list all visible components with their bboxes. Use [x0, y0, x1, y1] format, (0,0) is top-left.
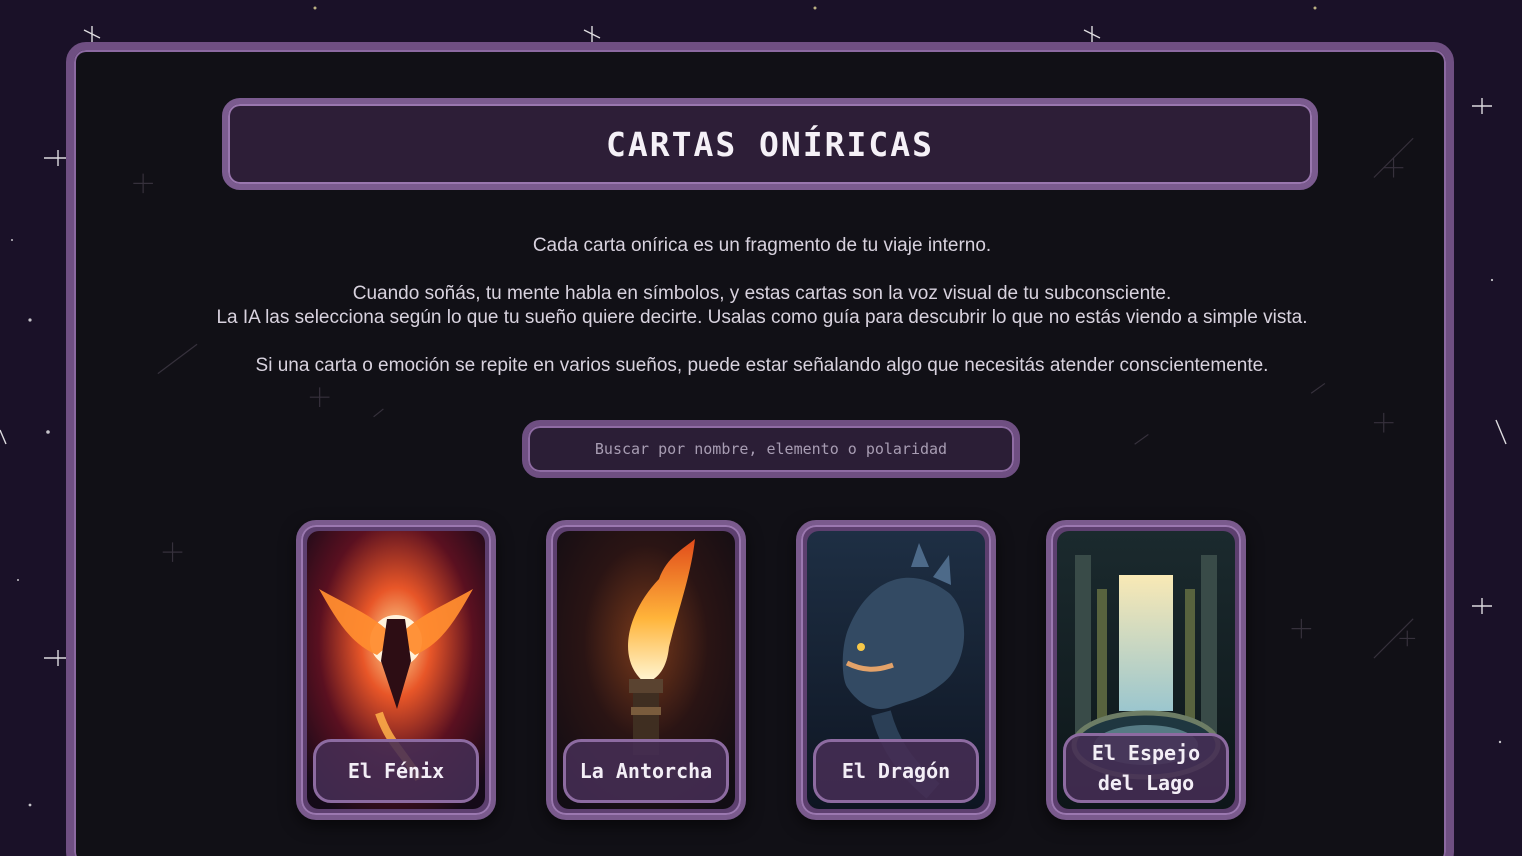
card-label: El Fénix: [313, 739, 479, 803]
card-el-espejo-del-lago[interactable]: El Espejo del Lago: [1046, 520, 1246, 820]
card-label: La Antorcha: [563, 739, 729, 803]
card-la-antorcha[interactable]: La Antorcha: [546, 520, 746, 820]
title-banner: CARTAS ONÍRICAS: [222, 98, 1318, 190]
main-panel: CARTAS ONÍRICAS Cada carta onírica es un…: [66, 42, 1454, 856]
card-label: El Espejo del Lago: [1063, 733, 1229, 803]
card-grid: El Fénix La Antorcha El Dragón El Espejo…: [296, 520, 1256, 820]
page-title: CARTAS ONÍRICAS: [605, 124, 934, 164]
card-el-fenix[interactable]: El Fénix: [296, 520, 496, 820]
intro-text: Cada carta onírica es un fragmento de tu…: [134, 234, 1390, 378]
card-label: El Dragón: [813, 739, 979, 803]
intro-line-2: Cuando soñás, tu mente habla en símbolos…: [352, 283, 1172, 304]
intro-line-3: La IA las selecciona según lo que tu sue…: [216, 307, 1308, 328]
search-box: [522, 420, 1020, 478]
card-el-dragon[interactable]: El Dragón: [796, 520, 996, 820]
intro-line-4: Si una carta o emoción se repite en vari…: [255, 355, 1269, 376]
search-input[interactable]: [549, 431, 993, 467]
intro-line-1: Cada carta onírica es un fragmento de tu…: [532, 235, 992, 256]
